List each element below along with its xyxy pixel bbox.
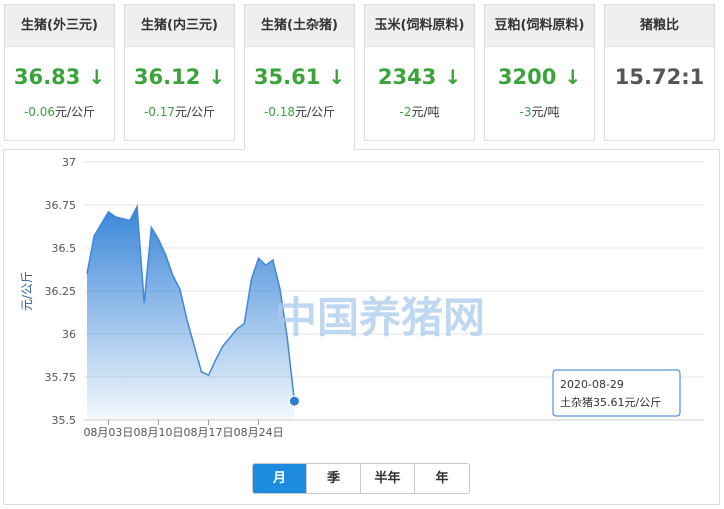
card-change: -0.06元/公斤 — [5, 103, 114, 120]
price-trend-chart: 35.535.753636.2536.536.7537元/公斤08月03日 08月… — [20, 156, 704, 439]
card-change-value: -0.17 — [143, 105, 175, 119]
card-change: -0.18元/公斤 — [245, 103, 354, 120]
period-tab[interactable]: 月 — [253, 464, 307, 493]
card-price: 36.12 ↓ — [125, 65, 234, 89]
y-tick-label: 35.5 — [52, 414, 77, 427]
tooltip-value: 土杂猪35.61元/公斤 — [560, 396, 661, 409]
arrow-down-icon: ↓ — [444, 65, 462, 89]
arrow-down-icon: ↓ — [564, 65, 582, 89]
x-tick-label: 08月10日 — [134, 426, 184, 439]
card-price: 35.61 ↓ — [245, 65, 354, 89]
card-price-value: 36.83 — [13, 65, 81, 89]
y-tick-label: 37 — [62, 156, 76, 169]
arrow-down-icon: ↓ — [88, 65, 106, 89]
x-tick-label: 08月17日 — [184, 426, 234, 439]
card-price-value: 3200 — [497, 65, 557, 89]
card-change: -2元/吨 — [365, 103, 474, 120]
card-change: -0.17元/公斤 — [125, 103, 234, 120]
x-tick-label: 08月24日 — [234, 426, 284, 439]
card-price: 2343 ↓ — [365, 65, 474, 89]
card-change-value: -2 — [399, 105, 412, 119]
y-axis-label: 元/公斤 — [20, 271, 34, 311]
card-price: 3200 ↓ — [485, 65, 594, 89]
price-card[interactable]: 豆粕(饲料原料) 3200 ↓ -3元/吨 — [484, 4, 595, 141]
price-cards: 生猪(外三元) 36.83 ↓ -0.06元/公斤 生猪(内三元) 36.12 ↓ -0.17… — [4, 4, 720, 150]
chart-panel: 35.5 35.75 36 36.25 36.5 36.75 37 元/公斤 08月03日 08月… — [3, 149, 720, 505]
price-card[interactable]: 生猪(内三元) 36.12 ↓ -0.17元/公斤 — [124, 4, 235, 141]
card-price: 36.83 ↓ — [5, 65, 114, 89]
arrow-down-icon: ↓ — [208, 65, 226, 89]
tooltip-box — [552, 369, 681, 417]
y-tick-label: 35.75 — [45, 371, 77, 384]
card-title: 猪粮比 — [605, 5, 714, 47]
card-price-value: 2343 — [377, 65, 437, 89]
price-card[interactable]: 玉米(饲料原料) 2343 ↓ -2元/吨 — [364, 4, 475, 141]
period-tabs: 月季半年年 — [252, 463, 470, 494]
card-change-unit: 元/公斤 — [175, 105, 216, 119]
card-change-value: -0.18 — [263, 105, 295, 119]
card-title: 豆粕(饲料原料) — [485, 5, 594, 47]
period-tab[interactable]: 季 — [307, 464, 361, 493]
y-tick-label: 36 — [62, 328, 76, 341]
tooltip-date: 2020-08-29 — [560, 378, 624, 391]
y-tick-label: 36.25 — [45, 285, 77, 298]
card-change: -3元/吨 — [485, 103, 594, 120]
card-title: 生猪(外三元) — [5, 5, 114, 47]
price-card[interactable]: 生猪(土杂猪) 35.61 ↓ -0.18元/公斤 — [244, 4, 355, 150]
period-tab[interactable]: 年 — [415, 464, 469, 493]
card-change-unit: 元/公斤 — [295, 105, 336, 119]
card-change-value: -0.06 — [23, 105, 55, 119]
highlight-point — [288, 395, 300, 407]
price-card[interactable]: 生猪(外三元) 36.83 ↓ -0.06元/公斤 — [4, 4, 115, 141]
card-change-unit: 元/吨 — [411, 105, 440, 119]
card-price-value: 35.61 — [253, 65, 321, 89]
y-tick-label: 36.5 — [52, 242, 77, 255]
series-area — [87, 206, 295, 420]
price-card[interactable]: 猪粮比 15.72:1 — [604, 4, 715, 141]
y-tick-label: 36.75 — [45, 199, 77, 212]
card-title: 生猪(内三元) — [125, 5, 234, 47]
period-tab[interactable]: 半年 — [361, 464, 415, 493]
card-change-unit: 元/吨 — [531, 105, 560, 119]
arrow-down-icon: ↓ — [328, 65, 346, 89]
card-title: 玉米(饲料原料) — [365, 5, 474, 47]
chart-tooltip: 2020-08-29 土杂猪35.61元/公斤 — [552, 369, 681, 417]
card-title: 生猪(土杂猪) — [245, 5, 354, 47]
x-tick-label: 08月03日 — [83, 426, 133, 439]
card-change-value: -3 — [519, 105, 532, 119]
card-price: 15.72:1 — [605, 65, 714, 89]
card-price-value: 36.12 — [133, 65, 201, 89]
card-change-unit: 元/公斤 — [55, 105, 96, 119]
watermark: 中国养猪网 — [275, 293, 485, 342]
card-price-value: 15.72:1 — [614, 65, 705, 89]
